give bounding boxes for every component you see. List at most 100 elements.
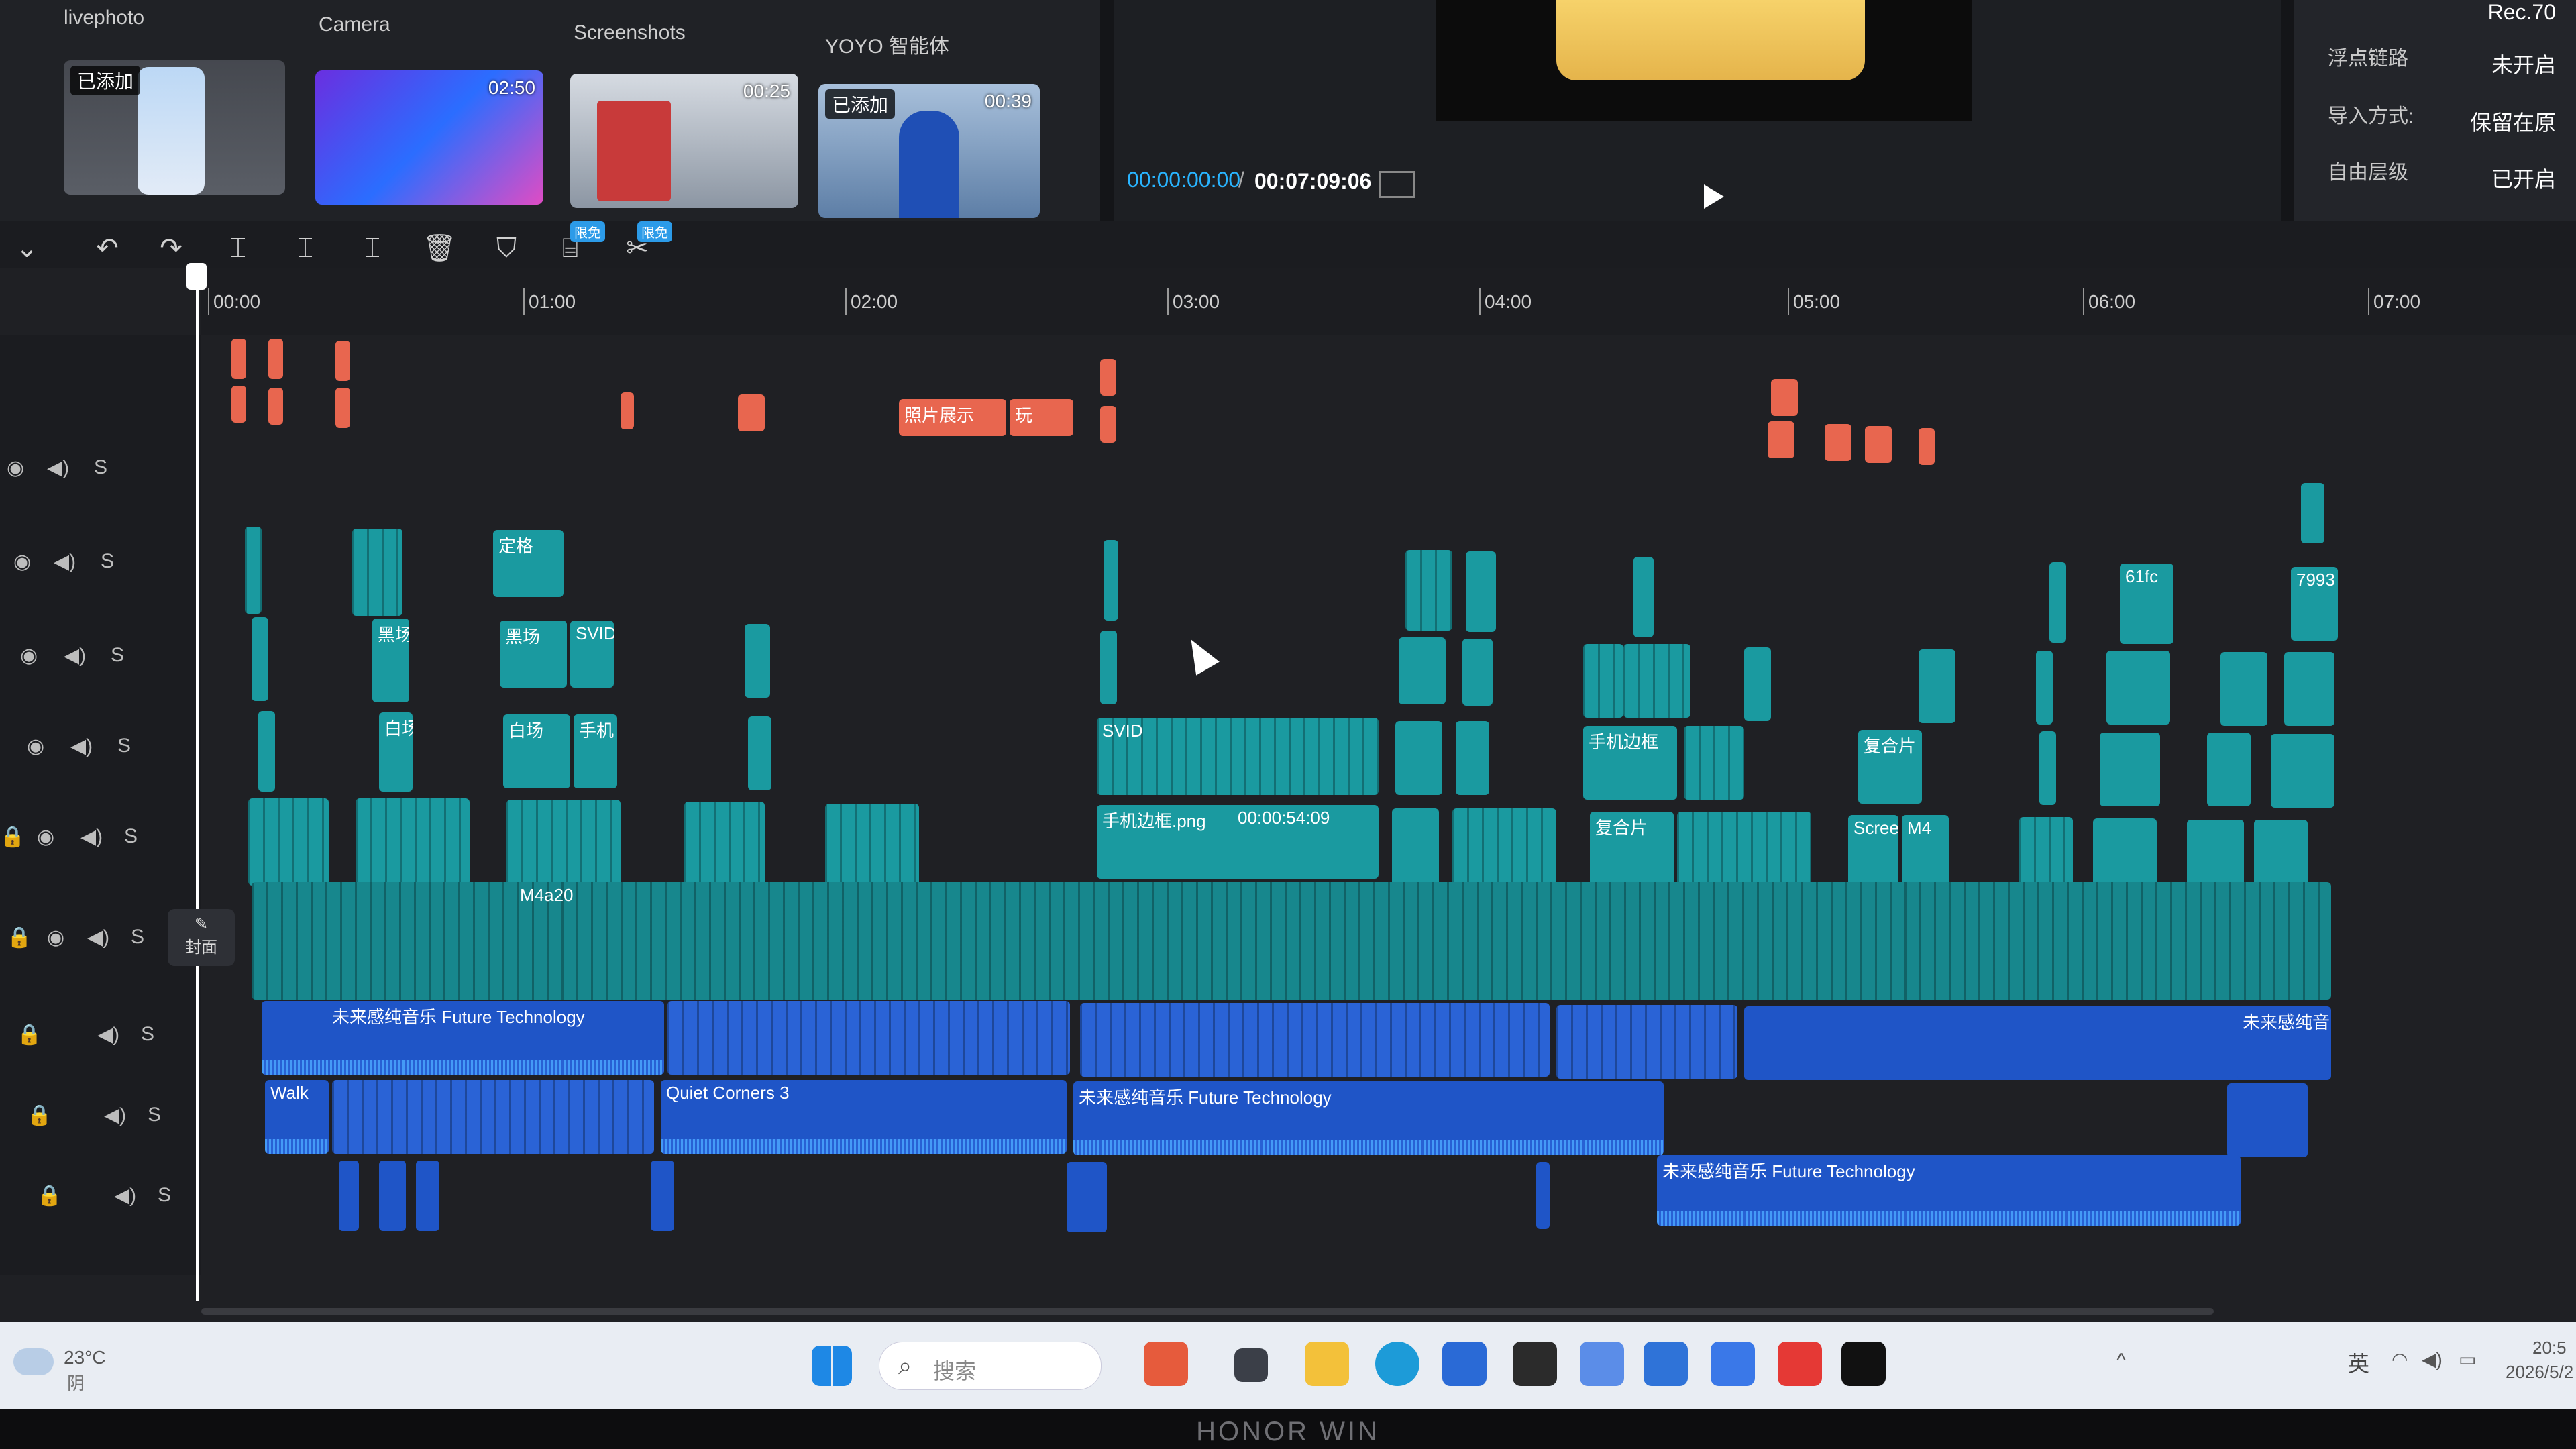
video-clip[interactable] (1744, 647, 1771, 721)
solo-icon[interactable]: S (158, 1184, 171, 1207)
effect-clip[interactable] (231, 386, 246, 423)
video-clip-svid[interactable]: SVID (570, 621, 614, 688)
video-clip[interactable] (1395, 721, 1442, 795)
video-clip-phone-frame-png[interactable]: 手机边框.png 00:00:54:09 (1097, 805, 1379, 879)
cover-button[interactable]: ✎ 封面 (168, 909, 235, 966)
category-livephoto[interactable]: livephoto (64, 7, 144, 30)
speaker-icon[interactable]: ◀) (104, 1104, 126, 1127)
eye-icon[interactable]: ◉ (7, 456, 24, 480)
audio-clip[interactable] (1536, 1162, 1550, 1229)
video-clip[interactable] (2220, 652, 2267, 726)
mail-icon[interactable] (1644, 1342, 1688, 1386)
lock-icon[interactable]: 🔒 (7, 926, 32, 949)
time-ruler[interactable]: 00:00 01:00 02:00 03:00 04:00 05:00 06:0… (201, 268, 2576, 335)
solo-icon[interactable]: S (111, 644, 124, 667)
effect-clip[interactable] (268, 388, 283, 425)
speaker-icon[interactable]: ◀) (64, 644, 86, 667)
speaker-icon[interactable]: ◀) (47, 456, 69, 480)
video-clip[interactable] (1633, 557, 1654, 637)
speaker-icon[interactable]: ◀) (70, 735, 93, 758)
solo-icon[interactable]: S (101, 550, 114, 573)
video-clip-black[interactable]: 黑场 (500, 621, 567, 688)
video-clip[interactable] (2049, 562, 2066, 643)
lock-icon[interactable]: 🔒 (0, 825, 25, 849)
timeline-scrollbar[interactable] (201, 1308, 2214, 1315)
delete-icon[interactable]: 🗑 (419, 228, 460, 268)
video-clip[interactable] (2301, 483, 2324, 543)
video-clip-phone-frame[interactable]: 手机边框 (1583, 726, 1677, 800)
prop-value-float[interactable]: 未开启 (2491, 48, 2556, 79)
speaker-icon[interactable]: ◀) (97, 1023, 119, 1046)
audio-clip[interactable] (1067, 1162, 1107, 1232)
chevron-up-icon[interactable]: ^ (2116, 1350, 2126, 1373)
audio-clip-future-technology[interactable]: 未来感纯音乐 Future Technology (1073, 1081, 1664, 1155)
effect-clip[interactable] (1865, 426, 1892, 463)
media-thumb-3[interactable]: 00:25 (570, 74, 798, 208)
undo-icon[interactable]: ↶ (87, 228, 127, 268)
video-clip[interactable] (252, 617, 268, 701)
audio-clip-quiet-corners[interactable]: Quiet Corners 3 (661, 1080, 1067, 1154)
audio-clip[interactable] (651, 1161, 674, 1231)
audio-clip-walk[interactable]: Walk (265, 1080, 329, 1154)
effect-clip[interactable] (268, 339, 283, 379)
solo-icon[interactable]: S (117, 735, 131, 757)
app-icon[interactable] (1580, 1342, 1624, 1386)
effect-clip[interactable] (335, 388, 350, 428)
audio-clip[interactable] (2227, 1083, 2308, 1157)
redo-icon[interactable]: ↷ (151, 228, 191, 268)
play-icon[interactable] (1704, 184, 1724, 209)
wifi-icon[interactable]: ◠ (2392, 1348, 2408, 1371)
video-clip[interactable] (1684, 726, 1744, 800)
video-clip[interactable] (1456, 721, 1489, 795)
audio-clip[interactable] (1744, 1006, 2274, 1080)
effect-clip[interactable] (1100, 406, 1116, 443)
effect-clip-play[interactable]: 玩 (1010, 399, 1073, 436)
video-clip[interactable] (1623, 644, 1690, 718)
grid-icon[interactable] (1379, 171, 1415, 198)
video-clip[interactable] (2036, 651, 2053, 724)
prop-value-layer[interactable]: 已开启 (2491, 162, 2556, 193)
promo-icon[interactable] (1144, 1342, 1188, 1386)
video-clip[interactable] (1462, 639, 1493, 706)
video-clip[interactable] (2207, 733, 2251, 806)
speaker-icon[interactable]: ◀) (54, 550, 76, 574)
search-input[interactable]: ⌕ 搜索 (879, 1342, 1102, 1390)
video-clip[interactable] (1104, 540, 1118, 621)
effect-clip[interactable] (1825, 424, 1851, 461)
category-yoyo[interactable]: YOYO 智能体 (825, 30, 949, 59)
video-clip[interactable] (1677, 812, 1811, 892)
file-explorer-icon[interactable] (1305, 1342, 1349, 1386)
effect-clip-photo[interactable]: 照片展示 (899, 399, 1006, 436)
solo-icon[interactable]: S (131, 926, 144, 949)
solo-icon[interactable]: S (148, 1104, 161, 1126)
playhead-handle[interactable] (186, 263, 207, 290)
effect-clip[interactable] (231, 339, 246, 379)
volume-icon[interactable]: ◀) (2422, 1348, 2443, 1371)
capcut-icon[interactable] (1841, 1342, 1886, 1386)
preview-video[interactable] (1436, 0, 1972, 121)
video-clip[interactable] (745, 624, 770, 698)
video-clip[interactable] (245, 527, 262, 614)
solo-icon[interactable]: S (141, 1023, 154, 1046)
audio-clip[interactable] (332, 1080, 654, 1154)
audio-clip[interactable] (416, 1161, 439, 1231)
effect-clip[interactable] (1100, 359, 1116, 396)
audio-clip[interactable] (379, 1161, 406, 1231)
video-clip-composite[interactable]: 复合片 (1858, 730, 1922, 804)
video-clip[interactable] (506, 800, 621, 887)
video-clip-composite[interactable]: 复合片 (1590, 812, 1674, 892)
video-clip[interactable] (248, 798, 329, 885)
effect-clip[interactable] (1919, 428, 1935, 465)
video-clip-phone[interactable]: 手机 (574, 714, 617, 788)
eye-icon[interactable]: ◉ (27, 735, 44, 758)
effect-clip[interactable] (1771, 379, 1798, 416)
solo-icon[interactable]: S (124, 825, 138, 848)
media-thumb-2[interactable]: 02:50 (315, 70, 543, 205)
battery-icon[interactable]: ▭ (2459, 1348, 2476, 1371)
video-clip-svid[interactable]: SVID (1097, 718, 1379, 795)
video-clip[interactable] (1405, 550, 1452, 631)
eye-icon[interactable]: ◉ (13, 550, 31, 574)
video-clip[interactable] (684, 802, 765, 889)
lock-icon[interactable]: 🔒 (27, 1104, 52, 1127)
video-clip[interactable] (1399, 637, 1446, 704)
